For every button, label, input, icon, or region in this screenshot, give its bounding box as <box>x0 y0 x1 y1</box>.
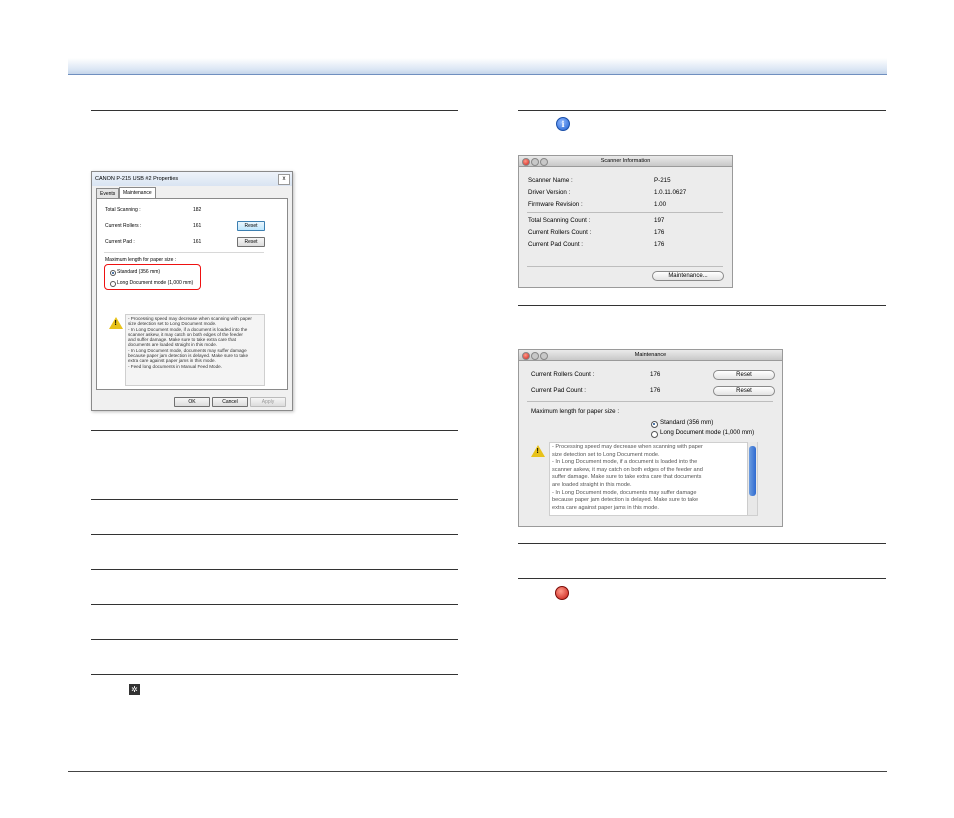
warning-line: - In Long Document mode, if a document i… <box>552 459 698 466</box>
rule <box>91 569 458 570</box>
highlight-callout <box>104 264 201 290</box>
reset-pad-button[interactable]: Reset <box>713 386 775 396</box>
divider <box>104 252 264 253</box>
warning-line: suffer damage. Make sure to take extra c… <box>552 474 702 481</box>
minimize-button[interactable] <box>531 158 539 166</box>
stop-icon <box>555 586 569 600</box>
current-rollers-label: Current Rollers : <box>105 223 142 229</box>
current-pad-count-label: Current Pad Count : <box>528 241 584 248</box>
warning-line: extra care against paper jams in this mo… <box>552 504 659 511</box>
reset-pad-button[interactable]: Reset <box>237 237 265 247</box>
windows-properties-dialog: CANON P-215 USB #2 Properties x Events M… <box>91 171 293 411</box>
total-scanning-count-label: Total Scanning Count : <box>528 217 591 224</box>
window-titlebar: Scanner Information <box>519 156 732 167</box>
dialog-title: CANON P-215 USB #2 Properties <box>95 176 179 182</box>
divider <box>527 266 723 267</box>
info-icon: i <box>556 117 570 131</box>
rule <box>518 110 886 111</box>
current-pad-value: 161 <box>193 239 202 245</box>
warning-line: are loaded straight in this mode. <box>552 481 632 488</box>
warning-line: because paper jam detection is delayed. … <box>552 497 699 504</box>
reset-rollers-button[interactable]: Reset <box>713 370 775 380</box>
firmware-revision-value: 1.00 <box>654 201 667 208</box>
current-pad-count-value: 176 <box>650 387 661 394</box>
reset-rollers-button[interactable]: Reset <box>237 221 265 231</box>
divider <box>527 401 773 402</box>
maintenance-window: Maintenance Current Rollers Count : 176 … <box>518 349 783 527</box>
long-document-radio[interactable] <box>651 431 658 438</box>
gear-icon: ✲ <box>129 684 140 695</box>
warning-text-box: - Processing speed may decrease when sca… <box>125 314 265 386</box>
current-rollers-count-value: 176 <box>654 229 665 236</box>
warning-icon: ! <box>109 317 123 329</box>
warning-line: size detection set to Long Document mode… <box>552 451 660 458</box>
rule <box>91 430 458 431</box>
scrollbar[interactable] <box>747 442 757 515</box>
window-title: Maintenance <box>634 352 667 358</box>
dialog-titlebar: CANON P-215 USB #2 Properties x <box>92 172 292 186</box>
cancel-button[interactable]: Cancel <box>212 397 248 407</box>
rule <box>91 110 458 111</box>
current-rollers-count-label: Current Rollers Count : <box>528 229 592 236</box>
footer-rule <box>68 771 887 772</box>
warning-line: - Feed long documents in Manual Feed Mod… <box>128 363 222 369</box>
zoom-button[interactable] <box>540 352 548 360</box>
rule <box>91 499 458 500</box>
rule <box>518 543 886 544</box>
rule <box>518 305 886 306</box>
window-title: Scanner Information <box>600 158 651 164</box>
firmware-revision-label: Firmware Revision : <box>528 201 583 208</box>
scanner-name-value: P-215 <box>654 177 671 184</box>
total-scanning-label: Total Scanning : <box>105 207 141 213</box>
maintenance-button[interactable]: Maintenance... <box>652 271 724 281</box>
rule <box>91 604 458 605</box>
current-pad-count-value: 176 <box>654 241 665 248</box>
apply-button[interactable]: Apply <box>250 397 286 407</box>
close-button[interactable] <box>522 158 530 166</box>
divider <box>527 212 723 213</box>
rule <box>91 534 458 535</box>
scrollbar-thumb[interactable] <box>749 446 756 496</box>
scanner-information-window: Scanner Information Scanner Name : P-215… <box>518 155 733 288</box>
current-rollers-count-label: Current Rollers Count : <box>531 371 595 378</box>
current-pad-count-label: Current Pad Count : <box>531 387 587 394</box>
warning-text: - Processing speed may decrease when sca… <box>550 443 757 513</box>
paper-size-label: Maximum length for paper size : <box>531 408 620 415</box>
standard-option-label: Standard (356 mm) <box>660 419 714 426</box>
warning-icon: ! <box>531 445 545 457</box>
total-scanning-value: 182 <box>193 207 202 213</box>
warning-text-box: - Processing speed may decrease when sca… <box>549 442 758 516</box>
paper-size-label: Maximum length for paper size : <box>105 257 177 263</box>
close-icon[interactable]: x <box>278 174 290 185</box>
warning-line: - Processing speed may decrease when sca… <box>552 444 703 450</box>
warning-line: scanner askew, it may catch on both edge… <box>552 466 703 473</box>
warning-text: - Processing speed may decrease when sca… <box>126 315 264 370</box>
scanner-name-label: Scanner Name : <box>528 177 573 184</box>
total-scanning-count-value: 197 <box>654 217 665 224</box>
rule <box>91 674 458 675</box>
rule <box>91 639 458 640</box>
zoom-button[interactable] <box>540 158 548 166</box>
current-rollers-value: 161 <box>193 223 202 229</box>
current-rollers-count-value: 176 <box>650 371 661 378</box>
page-header-band <box>68 58 887 75</box>
ok-button[interactable]: OK <box>174 397 210 407</box>
warning-line: - In Long Document mode, documents may s… <box>552 489 697 496</box>
driver-version-value: 1.0.11.0627 <box>654 189 687 196</box>
driver-version-label: Driver Version : <box>528 189 571 196</box>
standard-radio[interactable] <box>651 421 658 428</box>
window-titlebar: Maintenance <box>519 350 782 361</box>
current-pad-label: Current Pad : <box>105 239 135 245</box>
minimize-button[interactable] <box>531 352 539 360</box>
long-document-option-label: Long Document mode (1,000 mm) <box>660 429 755 436</box>
close-button[interactable] <box>522 352 530 360</box>
rule <box>518 578 886 579</box>
